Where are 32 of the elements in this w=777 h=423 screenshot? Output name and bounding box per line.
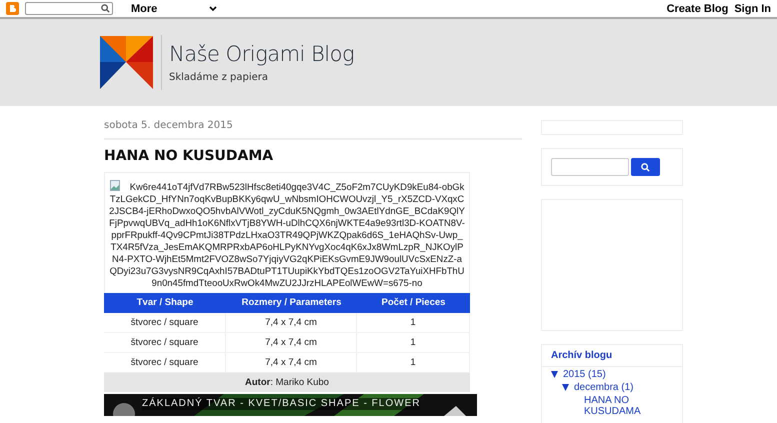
nav-link[interactable]: Sign In xyxy=(734,2,771,14)
archive-title: Archív blogu xyxy=(542,345,682,367)
table-cell: 7,4 x 7,4 cm xyxy=(226,333,357,353)
triangle-down-icon[interactable] xyxy=(562,384,569,391)
search-field[interactable] xyxy=(551,158,629,176)
search-button[interactable] xyxy=(631,158,660,176)
blog-subtitle: Skladáme z papiera xyxy=(169,72,270,83)
broken-image-icon xyxy=(110,180,120,191)
video-title[interactable]: ZÁKLADNÝ TVAR - KVET/BASIC SHAPE - FLOWER xyxy=(142,398,420,410)
column-header: Počet / Pieces xyxy=(357,293,470,313)
triangle-down-icon[interactable] xyxy=(551,371,558,378)
nav-link[interactable]: Create Blog xyxy=(666,2,728,14)
origami-logo-icon xyxy=(100,36,153,89)
table-cell: 7,4 x 7,4 cm xyxy=(226,313,357,333)
column-header: Tvar / Shape xyxy=(104,293,226,313)
table-cell: 1 xyxy=(357,333,470,353)
search-field[interactable] xyxy=(25,2,113,15)
chevron-down-icon[interactable] xyxy=(209,6,217,12)
table-cell: štvorec / square xyxy=(104,333,226,353)
archive-link[interactable]: 2015 (15) xyxy=(563,369,606,380)
post-date: sobota 5. decembra 2015 xyxy=(104,116,522,140)
blog-title[interactable]: Naše Origami Blog xyxy=(169,42,354,66)
post-title[interactable]: HANA NO KUSUDAMA xyxy=(104,148,522,164)
column-header: Rozmery / Parameters xyxy=(226,293,357,313)
table-cell: štvorec / square xyxy=(104,313,226,333)
blogger-logo-icon[interactable] xyxy=(6,2,19,15)
archive-link[interactable]: decembra (1) xyxy=(574,382,634,393)
table-cell: 1 xyxy=(357,313,470,333)
archive-link[interactable]: HANA NO KUSUDAMA xyxy=(584,395,654,417)
search-icon xyxy=(641,162,650,172)
more-menu[interactable]: More xyxy=(131,2,158,14)
search-icon[interactable] xyxy=(101,4,110,13)
